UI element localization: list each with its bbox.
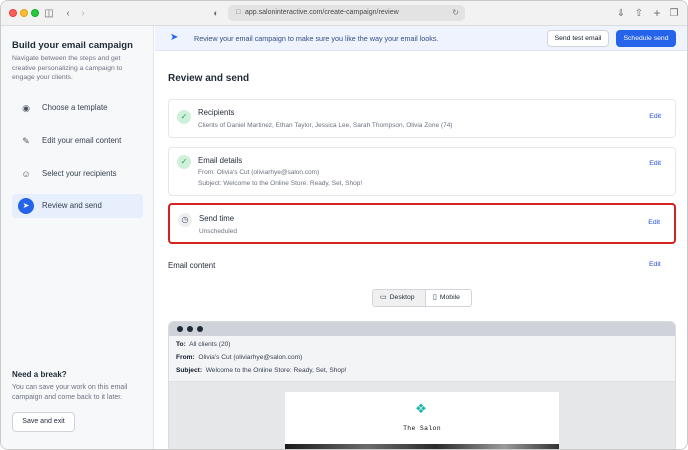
check-circle-icon: ✓ <box>177 110 191 124</box>
preview-to: To: All clients (20) <box>176 341 231 348</box>
sidebar-description: Navigate between the steps and get creat… <box>12 55 123 81</box>
window-dot <box>177 326 183 332</box>
edit-recipients-link[interactable]: Edit <box>649 113 661 120</box>
preview-from: From: Olivia's Cut (oliviarhye@salon.com… <box>176 354 303 361</box>
download-icon[interactable]: ⇓ <box>615 7 627 20</box>
card-subtitle: Clients of Daniel Martinez, Ethan Taylor… <box>198 122 453 129</box>
share-icon[interactable]: ⇧ <box>633 7 645 20</box>
preview-headers: To: All clients (20) From: Olivia's Cut … <box>169 336 675 382</box>
email-preview: To: All clients (20) From: Olivia's Cut … <box>168 321 676 449</box>
email-subject: Subject: Welcome to the Online Store: Re… <box>198 180 363 187</box>
schedule-send-button[interactable]: Schedule send <box>616 30 676 47</box>
shield-icon[interactable]: ◐ <box>211 7 221 20</box>
edit-send-time-link[interactable]: Edit <box>648 219 660 226</box>
reload-icon[interactable]: ↻ <box>452 5 459 21</box>
step-label: Edit your email content <box>42 136 122 145</box>
minimize-window-button[interactable] <box>20 9 28 17</box>
email-from: From: Olivia's Cut (oliviarhye@salon.com… <box>198 169 320 176</box>
banner-text: Review your email campaign to make sure … <box>194 34 439 43</box>
break-description: You can save your work on this email cam… <box>12 384 128 401</box>
address-bar[interactable]: □ app.saloninteractive.com/create-campai… <box>228 5 465 21</box>
card-title: Recipients <box>198 108 235 117</box>
browser-toolbar: ◫ ‹ › ◐ □ app.saloninteractive.com/creat… <box>1 1 687 26</box>
step-label: Select your recipients <box>42 169 117 178</box>
card-subtitle: Unscheduled <box>199 228 237 235</box>
review-banner: ➤ Review your email campaign to make sur… <box>155 26 687 51</box>
phone-icon: ▯ <box>433 294 437 301</box>
step-label: Choose a template <box>42 103 108 112</box>
url-text: app.saloninteractive.com/create-campaign… <box>245 9 399 16</box>
pencil-icon: ✎ <box>22 136 30 146</box>
close-window-button[interactable] <box>9 9 17 17</box>
sidebar-title: Build your email campaign <box>12 40 133 51</box>
desktop-view-button[interactable]: ▭ Desktop <box>373 290 426 306</box>
email-details-card: ✓ Email details From: Olivia's Cut (oliv… <box>168 147 676 196</box>
lock-icon: □ <box>236 9 241 16</box>
forward-icon[interactable]: › <box>78 7 88 20</box>
salon-name: The Salon <box>403 425 441 432</box>
card-title: Send time <box>199 214 235 223</box>
step-label: Review and send <box>42 201 102 210</box>
main-content: ➤ Review your email campaign to make sur… <box>155 26 687 449</box>
salon-logo-icon: ❖ <box>415 401 427 416</box>
new-tab-icon[interactable]: + <box>651 7 663 20</box>
card-title: Email details <box>198 156 243 165</box>
preview-titlebar <box>169 322 675 336</box>
palette-icon: ◉ <box>22 103 30 113</box>
clock-icon: ◷ <box>178 213 192 227</box>
email-body: ❖ The Salon <box>285 392 559 449</box>
send-time-card: ◷ Send time Unscheduled Edit <box>168 203 676 244</box>
hero-image <box>285 444 559 449</box>
paper-plane-icon: ➤ <box>18 198 34 214</box>
check-circle-icon: ✓ <box>177 155 191 169</box>
monitor-icon: ▭ <box>380 294 387 301</box>
zoom-window-button[interactable] <box>31 9 39 17</box>
edit-email-details-link[interactable]: Edit <box>649 160 661 167</box>
campaign-sidebar: Build your email campaign Navigate betwe… <box>1 26 154 449</box>
step-select-recipients[interactable]: ☺ Select your recipients <box>12 162 143 186</box>
view-toggle: ▭ Desktop ▯ Mobile <box>372 289 472 307</box>
paper-plane-icon: ➤ <box>170 32 179 43</box>
page-title: Review and send <box>168 73 250 84</box>
send-test-email-button[interactable]: Send test email <box>547 30 609 47</box>
tabs-icon[interactable]: ❐ <box>668 7 680 20</box>
mobile-label: Mobile <box>439 294 460 301</box>
preview-subject: Subject: Welcome to the Online Store: Re… <box>176 367 347 374</box>
step-edit-content[interactable]: ✎ Edit your email content <box>12 129 143 153</box>
browser-window: ◫ ‹ › ◐ □ app.saloninteractive.com/creat… <box>0 0 688 450</box>
window-dot <box>197 326 203 332</box>
desktop-label: Desktop <box>389 294 415 301</box>
users-icon: ☺ <box>21 169 31 179</box>
step-choose-template[interactable]: ◉ Choose a template <box>12 96 143 120</box>
step-review-send[interactable]: ➤ Review and send <box>12 194 143 218</box>
back-icon[interactable]: ‹ <box>63 7 73 20</box>
mobile-view-button[interactable]: ▯ Mobile <box>427 290 471 306</box>
window-dot <box>187 326 193 332</box>
sidebar-toggle-icon[interactable]: ◫ <box>43 7 55 20</box>
email-content-heading: Email content <box>168 261 216 270</box>
break-title: Need a break? <box>12 370 67 379</box>
recipients-card: ✓ Recipients Clients of Daniel Martinez,… <box>168 99 676 138</box>
save-and-exit-button[interactable]: Save and exit <box>12 412 75 432</box>
edit-email-content-link[interactable]: Edit <box>649 261 661 268</box>
